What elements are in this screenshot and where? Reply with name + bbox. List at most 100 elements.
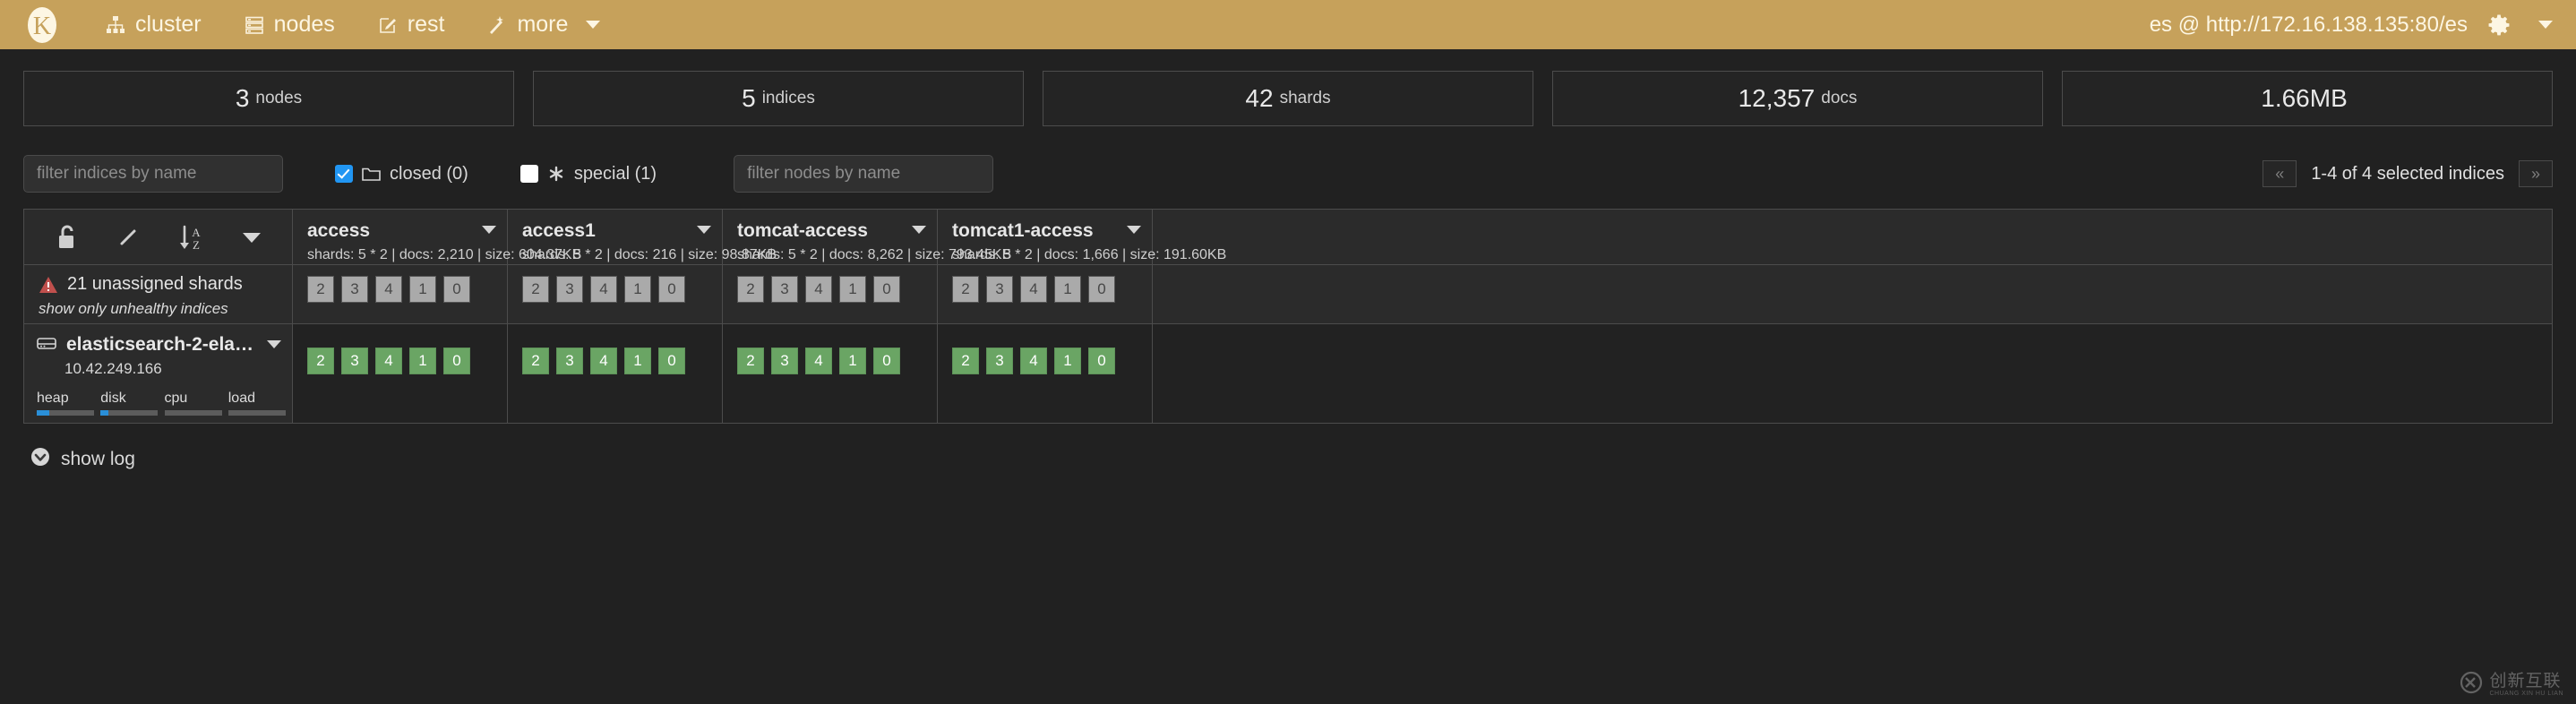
nav-item-rest[interactable]: rest [356, 4, 467, 45]
stat-card-docs[interactable]: 12,357 docs [1552, 71, 2043, 126]
shard-box[interactable]: 1 [409, 348, 436, 374]
shard-box[interactable]: 3 [341, 348, 368, 374]
index-header-tomcat1-access: tomcat1-access shards: 5 * 2 | docs: 1,6… [938, 210, 1226, 265]
shard-box[interactable]: 3 [771, 348, 798, 374]
index-meta: shards: 5 * 2 | docs: 8,262 | size: 793.… [737, 247, 1012, 262]
shard-box[interactable]: 0 [658, 348, 685, 374]
index-menu-caret-icon[interactable] [912, 226, 926, 234]
shard-box[interactable]: 0 [443, 348, 470, 374]
sort-az-icon[interactable]: A Z [176, 222, 207, 253]
shard-box[interactable]: 2 [522, 276, 549, 303]
shard-box[interactable]: 3 [771, 276, 798, 303]
shard-box[interactable]: 2 [737, 348, 764, 374]
shard-box[interactable]: 1 [839, 348, 866, 374]
shard-box[interactable]: 3 [986, 276, 1013, 303]
shard-box[interactable]: 2 [952, 348, 979, 374]
index-header-empty [1153, 210, 2552, 265]
stat-value: 5 [742, 84, 756, 112]
index-header-access1: access1 shards: 5 * 2 | docs: 216 | size… [508, 210, 777, 265]
shard-box[interactable]: 1 [624, 276, 651, 303]
shard-box[interactable]: 2 [952, 276, 979, 303]
shard-list: 2 3 4 1 0 [293, 324, 507, 374]
checkbox-special[interactable]: special (1) [519, 164, 657, 185]
metric-heap: heap [37, 391, 100, 416]
nav-item-nodes-label: nodes [273, 12, 335, 37]
shard-box[interactable]: 1 [624, 348, 651, 374]
shard-box[interactable]: 0 [873, 276, 900, 303]
shard-box[interactable]: 4 [375, 276, 402, 303]
checkbox-closed[interactable]: closed (0) [335, 164, 468, 185]
stats-row: 3 nodes 5 indices 42 shards 12,357 docs … [0, 49, 2576, 126]
shard-box[interactable]: 4 [1020, 348, 1047, 374]
shard-box[interactable]: 4 [590, 348, 617, 374]
index-menu-caret-icon[interactable] [1127, 226, 1141, 234]
asterisk-icon [547, 165, 565, 183]
shard-box[interactable]: 4 [805, 276, 832, 303]
nav-item-cluster[interactable]: cluster [84, 4, 223, 45]
filter-indices-input[interactable] [23, 155, 283, 193]
node-info-cell: elasticsearch-2-elasticsearch-datano… 10… [24, 324, 293, 423]
node-shards-access1: 2 3 4 1 0 [508, 324, 723, 423]
shard-list: 2 3 4 1 0 [508, 324, 722, 374]
nav-item-nodes[interactable]: nodes [223, 4, 356, 45]
closed-checkbox[interactable] [335, 165, 353, 183]
shard-box[interactable]: 2 [307, 348, 334, 374]
shard-box[interactable]: 1 [1054, 276, 1081, 303]
show-log-toggle[interactable]: show log [0, 424, 2576, 471]
show-unhealthy-indices-link[interactable]: show only unhealthy indices [39, 300, 292, 318]
svg-text:Z: Z [193, 238, 200, 252]
gear-icon[interactable] [2487, 13, 2511, 37]
expand-arrows-icon[interactable] [115, 224, 142, 251]
shard-box[interactable]: 1 [839, 276, 866, 303]
settings-chevron-down-icon[interactable] [2538, 21, 2553, 29]
pager-next-button[interactable]: » [2519, 160, 2553, 187]
filter-nodes-input[interactable] [734, 155, 994, 193]
shard-box[interactable]: 0 [873, 348, 900, 374]
unlock-icon[interactable] [54, 223, 81, 252]
shard-box[interactable]: 2 [522, 348, 549, 374]
index-menu-caret-icon[interactable] [482, 226, 496, 234]
unassigned-shards-access1: 2 3 4 1 0 [508, 265, 723, 324]
node-menu-caret-icon[interactable] [267, 340, 281, 348]
index-menu-caret-icon[interactable] [697, 226, 711, 234]
shard-box[interactable]: 3 [341, 276, 368, 303]
shard-box[interactable]: 3 [556, 276, 583, 303]
index-name: access [307, 220, 371, 241]
svg-text:A: A [192, 226, 201, 239]
shard-box[interactable]: 4 [1020, 276, 1047, 303]
watermark-subtext: CHUANG XIN HU LIAN [2489, 690, 2563, 697]
special-checkbox[interactable] [519, 165, 538, 183]
shard-box[interactable]: 0 [658, 276, 685, 303]
shard-box[interactable]: 3 [556, 348, 583, 374]
shard-box[interactable]: 1 [409, 276, 436, 303]
navbar-right: es @ http://172.16.138.135:80/es [2150, 13, 2553, 38]
unassigned-shards-empty [1153, 265, 2552, 324]
nav-item-more[interactable]: more [466, 4, 622, 45]
metric-label: load [228, 391, 255, 406]
shard-box[interactable]: 4 [805, 348, 832, 374]
shard-box[interactable]: 4 [590, 276, 617, 303]
shard-box[interactable]: 0 [1088, 348, 1115, 374]
pager-prev-button[interactable]: « [2263, 160, 2297, 187]
kopf-logo-icon[interactable]: K [21, 4, 63, 46]
stat-card-shards[interactable]: 42 shards [1043, 71, 1533, 126]
cluster-icon [106, 15, 125, 35]
stat-card-nodes[interactable]: 3 nodes [23, 71, 514, 126]
shard-box[interactable]: 1 [1054, 348, 1081, 374]
shard-list: 2 3 4 1 0 [508, 265, 722, 303]
shard-box[interactable]: 0 [443, 276, 470, 303]
stat-card-size[interactable]: 1.66MB [2062, 71, 2553, 126]
top-navbar: K cluster nodes rest more es @ http://17… [0, 0, 2576, 49]
shard-box[interactable]: 2 [307, 276, 334, 303]
stat-value: 1.66MB [2261, 84, 2348, 112]
index-header-access: access shards: 5 * 2 | docs: 2,210 | siz… [293, 210, 581, 265]
unassigned-shards-tomcat-access: 2 3 4 1 0 [723, 265, 938, 324]
shard-box[interactable]: 2 [737, 276, 764, 303]
stat-card-indices[interactable]: 5 indices [533, 71, 1024, 126]
shard-box[interactable]: 4 [375, 348, 402, 374]
metric-load: load [228, 391, 292, 416]
shard-box[interactable]: 0 [1088, 276, 1115, 303]
shard-list: 2 3 4 1 0 [938, 324, 1152, 374]
grid-caret-down-icon[interactable] [241, 230, 262, 245]
shard-box[interactable]: 3 [986, 348, 1013, 374]
